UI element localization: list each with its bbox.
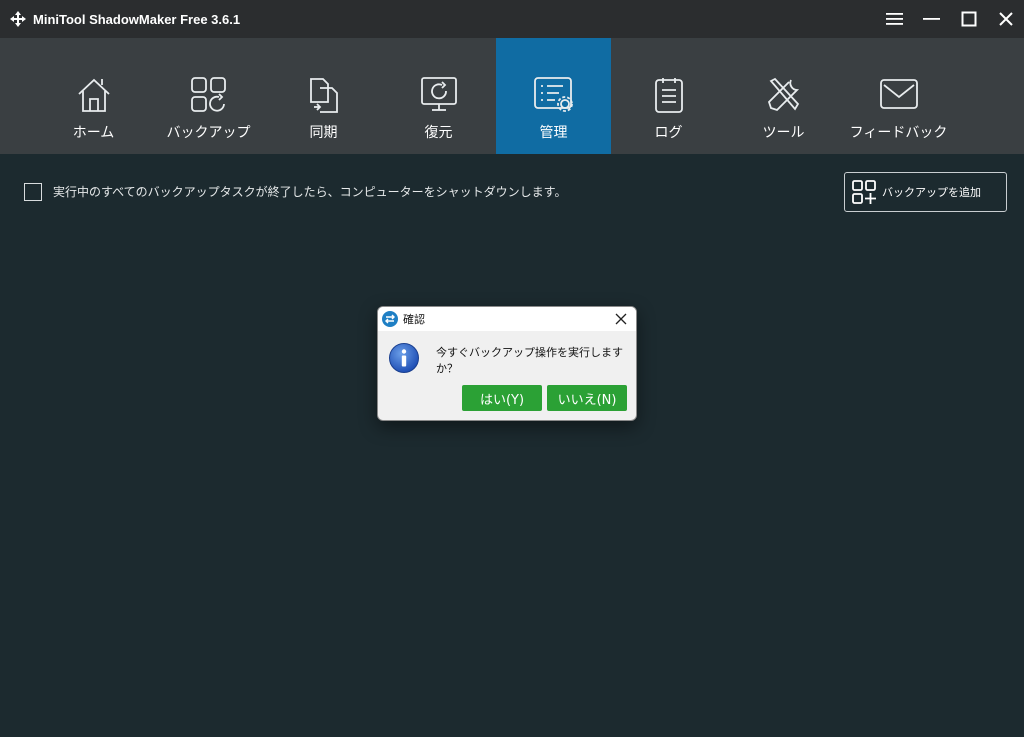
shutdown-label: 実行中のすべてのバックアップタスクが終了したら、コンピューターをシャットダウンし… — [53, 185, 567, 199]
feedback-icon — [879, 76, 919, 120]
nav-item-backup[interactable]: バックアップ — [151, 38, 266, 154]
window-controls — [876, 0, 1024, 38]
nav-item-tools[interactable]: ツール — [726, 38, 841, 154]
manage-icon — [533, 76, 575, 120]
add-backup-icon — [851, 179, 877, 205]
sync-icon — [306, 76, 342, 120]
backup-icon — [189, 76, 229, 120]
nav-item-sync[interactable]: 同期 — [266, 38, 381, 154]
title-bar: MiniTool ShadowMaker Free 3.6.1 — [0, 0, 1024, 38]
minimize-icon[interactable] — [913, 0, 950, 38]
maximize-icon[interactable] — [950, 0, 987, 38]
minitool-logo-icon — [382, 311, 398, 327]
nav-item-feedback[interactable]: フィードバック — [841, 38, 956, 154]
main-nav: ホーム バックアップ 同期 復元 管理 ログ ツール フィードバック — [0, 38, 1024, 154]
dialog-message: 今すぐバックアップ操作を実行しますか？ — [436, 346, 623, 375]
app-title: MiniTool ShadowMaker Free 3.6.1 — [33, 11, 241, 27]
home-icon — [76, 76, 112, 120]
nav-item-restore[interactable]: 復元 — [381, 38, 496, 154]
nav-item-home[interactable]: ホーム — [36, 38, 151, 154]
shutdown-checkbox[interactable] — [24, 183, 42, 201]
minitool-logo-icon — [8, 9, 28, 29]
no-button[interactable]: いいえ(N) — [547, 385, 627, 411]
nav-item-log[interactable]: ログ — [611, 38, 726, 154]
tools-icon — [765, 76, 803, 120]
nav-item-manage[interactable]: 管理 — [496, 38, 611, 154]
add-backup-button[interactable]: バックアップを追加 — [844, 172, 1007, 212]
menu-icon[interactable] — [876, 0, 913, 38]
dialog-title: 確認 — [403, 313, 425, 326]
confirm-dialog: 確認 今すぐバックアップ操作を実行しますか？ はい(Y) いいえ(N) — [377, 306, 637, 421]
info-icon — [388, 342, 420, 374]
close-icon[interactable] — [987, 0, 1024, 38]
restore-icon — [419, 76, 459, 120]
dialog-titlebar: 確認 — [378, 307, 636, 331]
dialog-close-icon[interactable] — [612, 310, 630, 328]
manage-content: 実行中のすべてのバックアップタスクが終了したら、コンピューターをシャットダウンし… — [0, 154, 1024, 737]
yes-button[interactable]: はい(Y) — [462, 385, 542, 411]
log-icon — [652, 76, 686, 120]
